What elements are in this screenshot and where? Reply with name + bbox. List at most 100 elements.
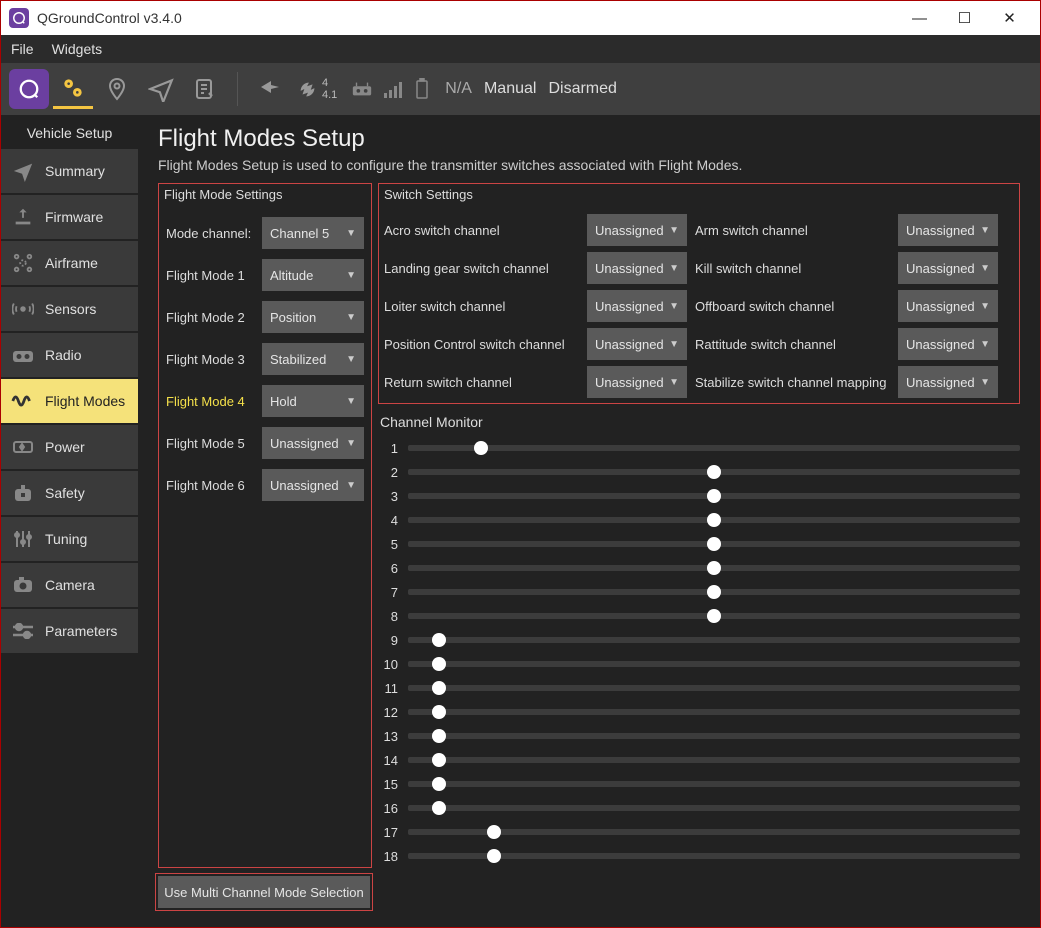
sidebar-title: Vehicle Setup: [1, 115, 138, 149]
sidebar-item-label: Sensors: [45, 301, 96, 317]
channel-number: 5: [378, 537, 398, 552]
switch-select[interactable]: Unassigned▼: [587, 214, 687, 246]
channel-thumb: [432, 705, 446, 719]
channel-row: 8: [378, 604, 1020, 628]
toolbar-app-icon[interactable]: [9, 69, 49, 109]
select-value: Unassigned: [906, 337, 975, 352]
maximize-button[interactable]: ☐: [942, 3, 987, 33]
chevron-down-icon: ▼: [980, 301, 990, 312]
channel-slider: [408, 853, 1020, 859]
select-value: Unassigned: [595, 337, 664, 352]
flight-mode-label: Flight Mode 1: [166, 268, 256, 283]
channel-thumb: [487, 825, 501, 839]
mode-channel-select[interactable]: Channel 5▼: [262, 217, 364, 249]
channel-thumb: [707, 537, 721, 551]
channel-monitor-title: Channel Monitor: [378, 410, 1020, 436]
sidebar-item-radio[interactable]: Radio: [1, 333, 138, 377]
power-icon: [11, 435, 35, 459]
switch-label: Kill switch channel: [695, 261, 890, 276]
sidebar-item-label: Firmware: [45, 209, 103, 225]
toolbar-messages-icon[interactable]: [250, 69, 290, 109]
channel-slider: [408, 805, 1020, 811]
channel-slider: [408, 469, 1020, 475]
switch-select[interactable]: Unassigned▼: [898, 290, 998, 322]
flight-mode-settings-panel: Flight Mode Settings Mode channel: Chann…: [158, 183, 372, 868]
channel-row: 17: [378, 820, 1020, 844]
sidebar-item-parameters[interactable]: Parameters: [1, 609, 138, 653]
switch-label: Rattitude switch channel: [695, 337, 890, 352]
channel-row: 9: [378, 628, 1020, 652]
airframe-icon: [11, 251, 35, 275]
menu-file[interactable]: File: [11, 41, 34, 57]
flight-mode-label: Flight Mode 2: [166, 310, 256, 325]
gps-badge: 4 4.1: [322, 77, 337, 101]
flight-mode-select[interactable]: Unassigned▼: [262, 427, 364, 459]
sidebar-item-sensors[interactable]: Sensors: [1, 287, 138, 331]
chevron-down-icon: ▼: [346, 396, 356, 407]
channel-slider: [408, 829, 1020, 835]
flight-mode-select[interactable]: Altitude▼: [262, 259, 364, 291]
chevron-down-icon: ▼: [669, 301, 679, 312]
chevron-down-icon: ▼: [346, 270, 356, 281]
channel-row: 13: [378, 724, 1020, 748]
channel-number: 2: [378, 465, 398, 480]
toolbar-analyze-icon[interactable]: [185, 69, 225, 109]
flight-mode-select[interactable]: Hold▼: [262, 385, 364, 417]
multi-channel-mode-button[interactable]: Use Multi Channel Mode Selection: [158, 876, 370, 908]
menubar: File Widgets: [1, 35, 1040, 63]
sidebar-item-power[interactable]: Power: [1, 425, 138, 469]
channel-number: 14: [378, 753, 398, 768]
gps-hdop: 4.1: [322, 89, 337, 101]
sidebar-item-label: Airframe: [45, 255, 98, 271]
toolbar-rc-icon[interactable]: [347, 69, 377, 109]
sidebar-item-safety[interactable]: Safety: [1, 471, 138, 515]
channel-row: 2: [378, 460, 1020, 484]
select-value: Position: [270, 310, 316, 325]
sidebar-item-tuning[interactable]: Tuning: [1, 517, 138, 561]
sidebar-item-firmware[interactable]: Firmware: [1, 195, 138, 239]
switch-select[interactable]: Unassigned▼: [587, 290, 687, 322]
channel-thumb: [707, 585, 721, 599]
select-value: Unassigned: [906, 223, 975, 238]
channel-number: 9: [378, 633, 398, 648]
toolbar-fly-icon[interactable]: [141, 69, 181, 109]
minimize-button[interactable]: —: [897, 3, 942, 33]
flight-mode-status[interactable]: Manual: [484, 80, 536, 98]
menu-widgets[interactable]: Widgets: [52, 41, 103, 57]
switch-select[interactable]: Unassigned▼: [898, 328, 998, 360]
channel-slider: [408, 709, 1020, 715]
channel-slider: [408, 589, 1020, 595]
channel-number: 10: [378, 657, 398, 672]
sidebar-item-flight-modes[interactable]: Flight Modes: [1, 379, 138, 423]
toolbar-plan-icon[interactable]: [97, 69, 137, 109]
switch-settings-panel: Switch Settings Acro switch channel Unas…: [378, 183, 1020, 404]
switch-select[interactable]: Unassigned▼: [587, 366, 687, 398]
gps-sat-count: 4: [322, 77, 337, 89]
channel-row: 12: [378, 700, 1020, 724]
switch-select[interactable]: Unassigned▼: [587, 252, 687, 284]
sidebar-item-airframe[interactable]: Airframe: [1, 241, 138, 285]
sidebar-item-summary[interactable]: Summary: [1, 149, 138, 193]
arm-status[interactable]: Disarmed: [548, 80, 616, 98]
toolbar-gps-icon[interactable]: [294, 69, 322, 109]
channel-row: 7: [378, 580, 1020, 604]
channel-row: 18: [378, 844, 1020, 868]
flight-mode-select[interactable]: Stabilized▼: [262, 343, 364, 375]
channel-number: 17: [378, 825, 398, 840]
sidebar-item-label: Flight Modes: [45, 393, 125, 409]
titlebar: QGroundControl v3.4.0 — ☐ ✕: [1, 1, 1040, 35]
flight-mode-select[interactable]: Position▼: [262, 301, 364, 333]
channel-number: 15: [378, 777, 398, 792]
switch-select[interactable]: Unassigned▼: [898, 252, 998, 284]
switch-select[interactable]: Unassigned▼: [898, 214, 998, 246]
channel-row: 15: [378, 772, 1020, 796]
toolbar-telemetry-icon[interactable]: [381, 69, 407, 109]
channel-thumb: [432, 777, 446, 791]
close-button[interactable]: ✕: [987, 3, 1032, 33]
switch-select[interactable]: Unassigned▼: [587, 328, 687, 360]
channel-thumb: [432, 753, 446, 767]
switch-select[interactable]: Unassigned▼: [898, 366, 998, 398]
flight-mode-select[interactable]: Unassigned▼: [262, 469, 364, 501]
toolbar-setup-icon[interactable]: [53, 69, 93, 109]
sidebar-item-camera[interactable]: Camera: [1, 563, 138, 607]
